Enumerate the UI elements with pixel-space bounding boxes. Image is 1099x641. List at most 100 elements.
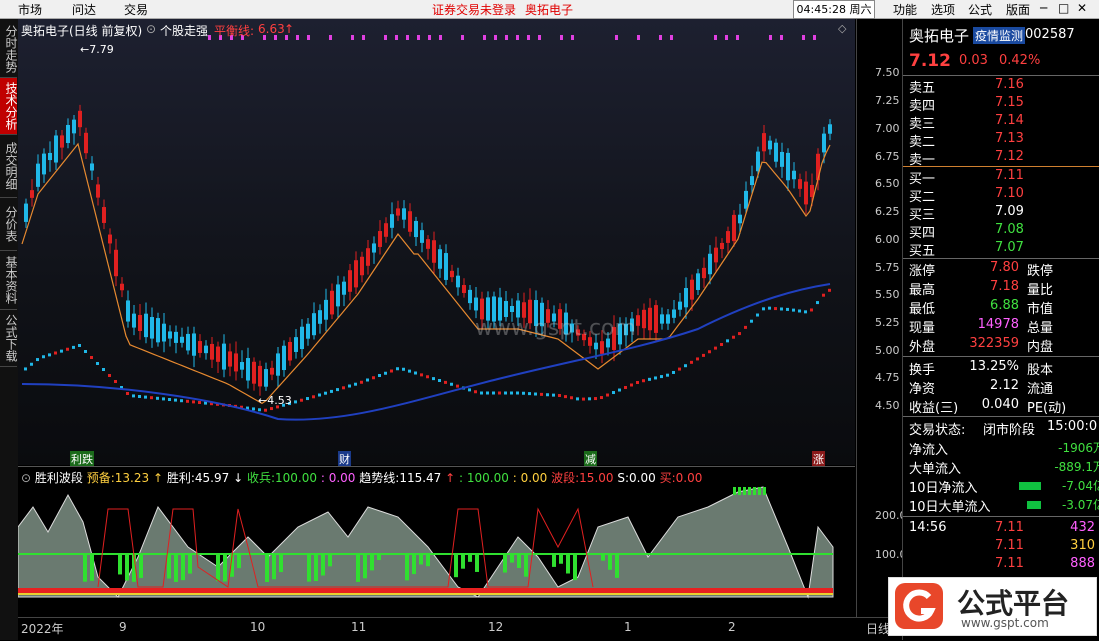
bid-price[interactable]: 7.09 bbox=[995, 204, 1024, 219]
chart-mark bbox=[114, 249, 118, 277]
chart-mark bbox=[654, 305, 658, 333]
chart-mark bbox=[648, 307, 652, 331]
flow-label: 大单流入 bbox=[909, 462, 962, 477]
chart-mark bbox=[522, 391, 525, 395]
chart-mark bbox=[798, 179, 802, 189]
chart-mark bbox=[678, 367, 681, 371]
close-icon[interactable]: ✕ bbox=[1077, 1, 1087, 15]
menu-market[interactable]: 市场 bbox=[18, 1, 42, 18]
chart-mark bbox=[774, 307, 777, 311]
menu-options[interactable]: 选项 bbox=[931, 1, 955, 18]
maximize-icon[interactable]: □ bbox=[1058, 1, 1069, 15]
chart-mark bbox=[252, 407, 255, 411]
chart-mark bbox=[428, 35, 431, 40]
watermark: www.gspt.com bbox=[475, 316, 636, 341]
ask-price[interactable]: 7.12 bbox=[995, 149, 1024, 164]
epidemic-tag[interactable]: 疫情监测 bbox=[973, 27, 1026, 44]
event-marker[interactable]: 利跌 bbox=[70, 451, 94, 467]
chart-mark bbox=[402, 367, 405, 371]
bid-price[interactable]: 7.11 bbox=[995, 168, 1024, 183]
tick-time: 14:56 bbox=[909, 520, 947, 535]
x-tick: 9 bbox=[119, 620, 127, 634]
site-logo: 公式平台 www.gspt.com bbox=[888, 577, 1097, 636]
balance-label: 平衡线: bbox=[214, 24, 255, 38]
indicator-title[interactable]: 胜利波段 bbox=[35, 471, 83, 485]
price-change: 0.03 bbox=[959, 53, 988, 68]
login-notice[interactable]: 证券交易未登录 bbox=[432, 1, 516, 18]
minimize-icon[interactable]: ─ bbox=[1040, 1, 1047, 15]
chart-mark bbox=[72, 345, 75, 349]
menu-formula[interactable]: 公式 bbox=[968, 1, 992, 18]
indicator-menu-icon[interactable]: ⊙ bbox=[21, 471, 31, 485]
indicator-name[interactable]: 个股走强 bbox=[160, 22, 208, 39]
chart-mark bbox=[150, 317, 154, 339]
chart-mark bbox=[659, 35, 662, 40]
chart-mark bbox=[450, 270, 454, 278]
menu-ask[interactable]: 问达 bbox=[72, 1, 96, 18]
bid-price[interactable]: 7.08 bbox=[995, 222, 1024, 237]
event-marker[interactable]: 减 bbox=[584, 451, 597, 467]
chart-mark bbox=[210, 343, 214, 360]
bid-price[interactable]: 7.07 bbox=[995, 240, 1024, 255]
x-tick: 1 bbox=[624, 620, 632, 634]
flow-bar bbox=[1019, 482, 1041, 490]
chart-mark bbox=[48, 353, 51, 357]
chart-mark bbox=[594, 397, 597, 401]
chart-mark bbox=[670, 35, 673, 40]
ask-price[interactable]: 7.14 bbox=[995, 113, 1024, 128]
chart-mark bbox=[642, 309, 646, 329]
chart-mark bbox=[558, 394, 561, 397]
diamond-icon[interactable]: ◇ bbox=[838, 22, 846, 35]
chart-mark bbox=[270, 367, 274, 375]
chart-mark bbox=[174, 331, 178, 343]
chart-mark bbox=[510, 391, 513, 395]
indicator-mark bbox=[468, 554, 472, 562]
indicator-mark bbox=[559, 554, 563, 564]
chart-mark bbox=[822, 293, 825, 297]
chart-mark bbox=[828, 288, 831, 292]
ask-price[interactable]: 7.15 bbox=[995, 95, 1024, 110]
tab-5[interactable]: 公式下载 bbox=[0, 310, 18, 367]
indicator-mark bbox=[307, 554, 311, 582]
tab-1[interactable]: 技术分析 bbox=[0, 78, 18, 135]
chart-mark bbox=[615, 35, 618, 40]
chart-mark bbox=[318, 310, 322, 324]
bid-price[interactable]: 7.10 bbox=[995, 186, 1024, 201]
bid-level: 买五 bbox=[909, 244, 936, 259]
bid-level: 买二 bbox=[909, 190, 936, 205]
chart-mark bbox=[417, 35, 420, 40]
tab-2[interactable]: 成交明细 bbox=[0, 135, 18, 198]
price-tick: 4.50 bbox=[875, 399, 900, 412]
chart-mark bbox=[802, 35, 805, 40]
chart-mark bbox=[666, 314, 670, 324]
stock-name-link[interactable]: 奥拓电子 bbox=[525, 1, 573, 18]
ask-price[interactable]: 7.13 bbox=[995, 131, 1024, 146]
menu-layout[interactable]: 版面 bbox=[1006, 1, 1030, 18]
indicator-mark bbox=[573, 554, 577, 581]
ask-price[interactable]: 7.16 bbox=[995, 77, 1024, 92]
event-marker[interactable]: 财 bbox=[338, 451, 351, 467]
indicator-mark bbox=[174, 554, 178, 582]
indicator-panel[interactable]: ⊙ 胜利波段 预备:13.23 ↑ 胜利:45.97 ↓ 收兵:100.00 :… bbox=[18, 466, 855, 617]
event-marker[interactable]: 涨 bbox=[812, 451, 825, 467]
tick-volume: 432 bbox=[1070, 520, 1095, 535]
indicator-mark bbox=[566, 554, 570, 574]
quote-panel: 奥拓电子 疫情监测 002587 7.12 0.03 0.42% 卖五 7.16 卖… bbox=[902, 19, 1099, 640]
indicator-mark bbox=[118, 554, 122, 575]
indicator-dropdown-icon[interactable]: ⊙ bbox=[146, 22, 156, 36]
chart-mark bbox=[642, 379, 645, 383]
menu-trade[interactable]: 交易 bbox=[124, 1, 148, 18]
chart-mark bbox=[738, 214, 742, 224]
period-label[interactable]: 日线 bbox=[866, 620, 890, 637]
price-chart[interactable]: 奥拓电子(日线 前复权) ⊙ 个股走强 平衡线: 6.63 ↑ ←7.79 ←4… bbox=[18, 19, 855, 467]
chart-mark bbox=[180, 336, 184, 343]
chart-mark bbox=[456, 384, 459, 388]
chart-mark bbox=[571, 35, 574, 40]
menu-func[interactable]: 功能 bbox=[893, 1, 917, 18]
tab-3[interactable]: 分价表 bbox=[0, 198, 18, 251]
chart-mark bbox=[384, 223, 388, 237]
balance-value: 6.63 bbox=[258, 22, 285, 36]
tab-0[interactable]: 分时走势 bbox=[0, 21, 18, 78]
tab-4[interactable]: 基本资料 bbox=[0, 251, 18, 310]
indicator-legend: ⊙ 胜利波段 预备:13.23 ↑ 胜利:45.97 ↓ 收兵:100.00 :… bbox=[21, 471, 703, 485]
